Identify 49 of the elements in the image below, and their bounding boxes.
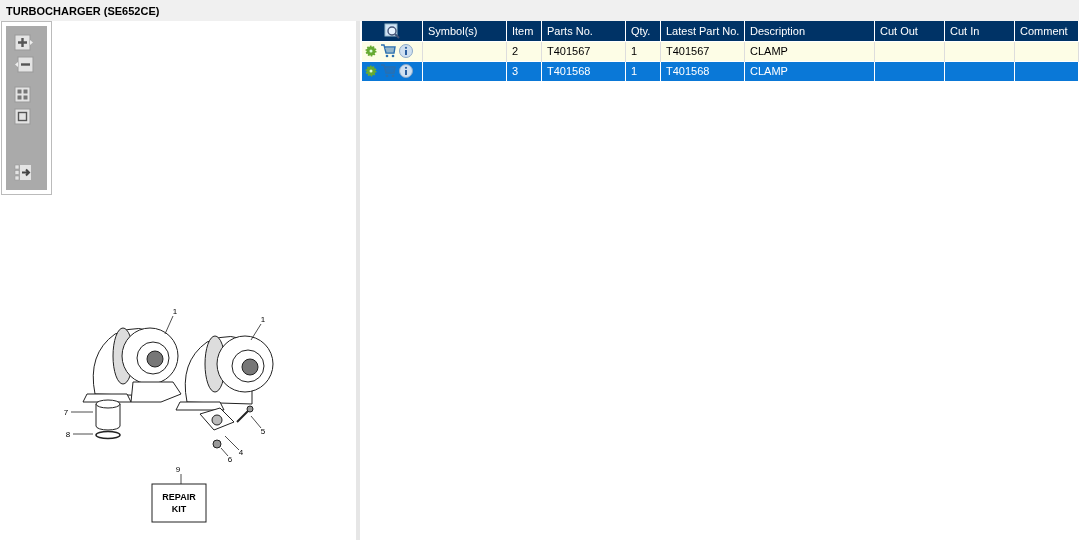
callout-number: 1 xyxy=(172,307,178,316)
leader-line xyxy=(72,433,94,435)
callout-number: 4 xyxy=(238,448,244,457)
column-header: Parts No. xyxy=(541,21,626,41)
column-header: Symbol(s) xyxy=(422,21,507,41)
table-row[interactable]: 3 T401568 1 T401568 CLAMP xyxy=(361,61,1079,81)
callout-number: 5 xyxy=(260,427,266,436)
kit-label: REPAIR KIT xyxy=(161,491,197,515)
info-icon[interactable] xyxy=(398,64,413,78)
table-cell: 1 xyxy=(631,65,638,77)
callout-number: 9 xyxy=(175,465,181,474)
table-cell: 2 xyxy=(512,45,519,57)
column-header: Cut Out xyxy=(874,21,945,41)
column-header: Comment xyxy=(1014,21,1079,41)
search-icon[interactable] xyxy=(383,22,400,39)
gear-icon[interactable] xyxy=(364,45,377,57)
table-cell: CLAMP xyxy=(750,45,788,57)
cart-icon[interactable] xyxy=(379,44,396,58)
column-header: Item xyxy=(506,21,542,41)
leader-line xyxy=(250,323,262,341)
table-cell: T401567 xyxy=(666,45,710,57)
callout-number: 8 xyxy=(65,430,71,439)
zoom-out-icon[interactable] xyxy=(14,56,34,74)
zoom-in-icon[interactable] xyxy=(14,34,34,52)
column-header: Cut In xyxy=(944,21,1015,41)
table-row[interactable]: 2 T401567 1 T401567 CLAMP xyxy=(361,41,1079,61)
column-header: Description xyxy=(744,21,875,41)
grid-icon[interactable] xyxy=(14,86,32,104)
column-header: Latest Part No. xyxy=(660,21,745,41)
table-cell: 3 xyxy=(512,65,519,77)
leader-line xyxy=(70,411,94,413)
callout-number: 6 xyxy=(227,455,233,464)
table-cell: T401568 xyxy=(547,65,591,77)
column-header: Qty. xyxy=(625,21,661,41)
callout-number: 1 xyxy=(260,315,266,324)
list-arrow-icon[interactable] xyxy=(14,164,34,182)
kit-box xyxy=(151,483,207,523)
info-icon[interactable] xyxy=(398,44,413,58)
leader-line xyxy=(250,415,262,429)
table-cell: T401568 xyxy=(666,65,710,77)
table-cell: T401567 xyxy=(547,45,591,57)
page-title: TURBOCHARGER (SE652CE) xyxy=(6,4,160,17)
gear-icon[interactable] xyxy=(364,65,377,77)
leader-line xyxy=(164,315,174,335)
square-icon[interactable] xyxy=(14,108,32,126)
table-cell: 1 xyxy=(631,45,638,57)
leader-line xyxy=(180,473,182,485)
callout-number: 7 xyxy=(63,408,69,417)
table-cell: CLAMP xyxy=(750,65,788,77)
